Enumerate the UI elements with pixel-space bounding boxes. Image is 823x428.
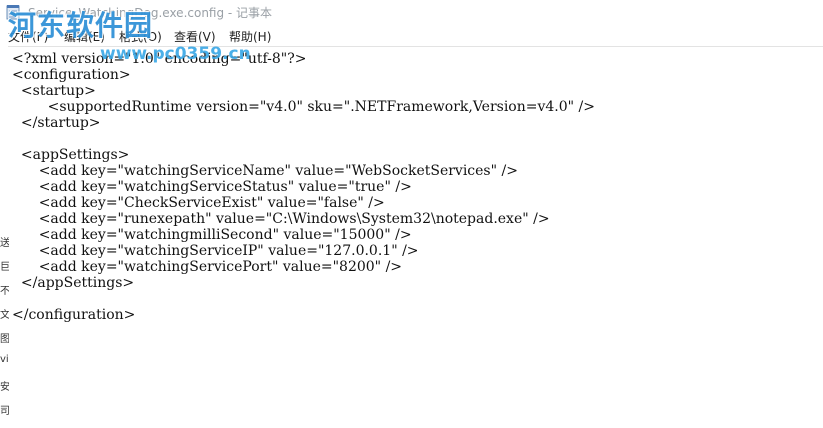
menu-view[interactable]: 查看(V)	[174, 28, 216, 45]
editor-line: <add key="watchingmilliSecond" value="15…	[12, 227, 412, 243]
editor-content[interactable]: <?xml version="1.0" encoding="utf-8"?> <…	[12, 51, 595, 323]
editor-line: <add key="watchingServiceStatus" value="…	[12, 179, 412, 195]
editor-line: <appSettings>	[12, 147, 130, 163]
background-window-edge: 送 巨 不 文 图 vi 安 司	[0, 230, 9, 428]
editor-line: </appSettings>	[12, 275, 135, 291]
edge-char: 安	[0, 382, 9, 393]
editor-line: <add key="watchingServiceIP" value="127.…	[12, 243, 419, 259]
watermark-site-name: 河东软件园	[8, 9, 154, 42]
text-editor[interactable]: <?xml version="1.0" encoding="utf-8"?> <…	[8, 46, 823, 428]
editor-line: </configuration>	[12, 307, 136, 323]
edge-char: 送	[0, 238, 9, 249]
editor-line: </startup>	[12, 115, 101, 131]
editor-line: <add key="watchingServiceName" value="We…	[12, 163, 518, 179]
editor-line: <add key="CheckServiceExist" value="fals…	[12, 195, 385, 211]
watermark-url: www.pc0359.cn	[100, 44, 251, 64]
editor-line: <startup>	[12, 83, 96, 99]
editor-line: <configuration>	[12, 67, 131, 83]
edge-char: 巨	[0, 262, 9, 273]
editor-line: <add key="watchingServicePort" value="82…	[12, 259, 403, 275]
edge-char: 文	[0, 310, 9, 321]
menu-help[interactable]: 帮助(H)	[229, 28, 271, 45]
editor-line: <supportedRuntime version="v4.0" sku=".N…	[12, 99, 595, 115]
editor-line: <add key="runexepath" value="C:\Windows\…	[12, 211, 550, 227]
edge-char: vi	[0, 354, 9, 365]
edge-char: 图	[0, 334, 9, 345]
edge-char: 不	[0, 286, 9, 297]
edge-char: 司	[0, 406, 9, 417]
